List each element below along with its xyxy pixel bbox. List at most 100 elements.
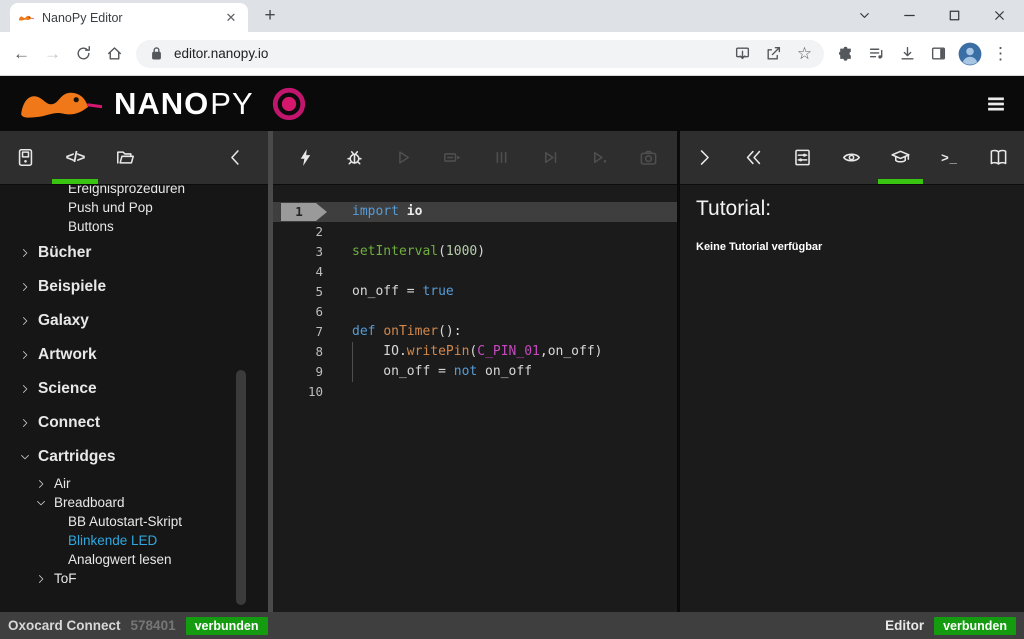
tree-item-buttons[interactable]: Buttons bbox=[0, 217, 268, 236]
line-number: 2 bbox=[273, 222, 333, 242]
code-line-9[interactable]: 9 on_off = not on_off bbox=[273, 362, 677, 382]
chevron-right-icon bbox=[36, 574, 54, 584]
sidebar-scrollbar[interactable] bbox=[236, 370, 246, 605]
browser-tab[interactable]: NanoPy Editor ✕ bbox=[10, 3, 248, 32]
code-text bbox=[333, 382, 352, 402]
tree-item-ereignisprozeduren[interactable]: Ereignisprozeduren bbox=[0, 185, 268, 198]
indent-guide bbox=[352, 362, 353, 382]
chevron-right-icon bbox=[20, 316, 38, 326]
run-flash-icon[interactable] bbox=[281, 131, 330, 184]
close-window-icon[interactable] bbox=[977, 0, 1022, 30]
code-text bbox=[333, 302, 352, 322]
status-bar: Oxocard Connect 578401 verbunden Editor … bbox=[0, 612, 1024, 639]
tree-item-label: Air bbox=[54, 476, 71, 491]
tree-item-bücher[interactable]: Bücher bbox=[0, 236, 268, 270]
collapse-sidebar-icon[interactable] bbox=[210, 131, 260, 184]
code-line-2[interactable]: 2 bbox=[273, 222, 677, 242]
hamburger-menu-icon[interactable] bbox=[984, 92, 1008, 116]
save-icon[interactable] bbox=[0, 131, 50, 184]
downloads-icon[interactable] bbox=[892, 37, 923, 71]
tutorial-cap-icon[interactable] bbox=[876, 131, 925, 184]
expand-panel-icon[interactable] bbox=[680, 131, 729, 184]
browser-toolbar: ←→ editor.nanopy.io ☆ ⋮ bbox=[0, 32, 1024, 76]
url-text[interactable]: editor.nanopy.io bbox=[174, 46, 718, 61]
side-panel-icon[interactable] bbox=[923, 37, 954, 71]
address-bar-actions: ☆ bbox=[727, 37, 820, 71]
preview-eye-icon[interactable] bbox=[827, 131, 876, 184]
line-number: 6 bbox=[273, 302, 333, 322]
tutorial-title: Tutorial: bbox=[696, 197, 1008, 221]
tree-item-science[interactable]: Science bbox=[0, 372, 268, 406]
code-line-5[interactable]: 5on_off = true bbox=[273, 282, 677, 302]
tree-item-label: Science bbox=[38, 380, 97, 398]
share-icon[interactable] bbox=[758, 37, 789, 71]
browser-menu-icon[interactable]: ⋮ bbox=[985, 37, 1016, 71]
browser-actions: ⋮ bbox=[830, 37, 1016, 71]
chevron-right-icon bbox=[20, 384, 38, 394]
tree-item-galaxy[interactable]: Galaxy bbox=[0, 304, 268, 338]
console-icon[interactable]: >_ bbox=[925, 131, 974, 184]
step-into-icon bbox=[526, 131, 575, 184]
tree-item-beispiele[interactable]: Beispiele bbox=[0, 270, 268, 304]
line-number: 8 bbox=[273, 342, 333, 362]
settings-sliders-icon[interactable] bbox=[778, 131, 827, 184]
code-text: on_off = not on_off bbox=[333, 362, 532, 382]
step-over-icon bbox=[428, 131, 477, 184]
profile-avatar[interactable] bbox=[954, 37, 985, 71]
tree-item-cartridges[interactable]: Cartridges bbox=[0, 440, 268, 474]
home-icon[interactable] bbox=[99, 37, 130, 71]
line-number: 10 bbox=[273, 382, 333, 402]
tree-item-artwork[interactable]: Artwork bbox=[0, 338, 268, 372]
minimize-icon[interactable] bbox=[887, 0, 932, 30]
debug-bug-icon[interactable] bbox=[330, 131, 379, 184]
code-text: on_off = true bbox=[333, 282, 454, 302]
tree-item-breadboard[interactable]: Breadboard bbox=[0, 493, 268, 512]
code-line-8[interactable]: 8 IO.writePin(C_PIN_01,on_off) bbox=[273, 342, 677, 362]
chevron-right-icon bbox=[20, 350, 38, 360]
code-line-10[interactable]: 10 bbox=[273, 382, 677, 402]
bookmark-star-icon[interactable]: ☆ bbox=[789, 37, 820, 71]
tree-item-connect[interactable]: Connect bbox=[0, 406, 268, 440]
code-line-1[interactable]: 1import io bbox=[273, 202, 677, 222]
reload-icon[interactable] bbox=[68, 37, 99, 71]
install-app-icon[interactable] bbox=[727, 37, 758, 71]
browser-tabstrip: NanoPy Editor ✕ + bbox=[0, 0, 1024, 32]
editor-status-badge: verbunden bbox=[934, 617, 1016, 635]
tab-title: NanoPy Editor bbox=[42, 11, 214, 25]
main-area: </> EreignisprozedurenPush und PopButton… bbox=[0, 131, 1024, 612]
maximize-icon[interactable] bbox=[932, 0, 977, 30]
tree-item-analogwert-lesen[interactable]: Analogwert lesen bbox=[0, 550, 268, 569]
collapse-all-icon[interactable] bbox=[729, 131, 778, 184]
tree-item-label: Cartridges bbox=[38, 448, 116, 466]
tree-item-label: Analogwert lesen bbox=[68, 552, 172, 567]
tree-item-label: BB Autostart-Skript bbox=[68, 514, 182, 529]
tree-item-tof[interactable]: ToF bbox=[0, 569, 268, 588]
new-tab-button[interactable]: + bbox=[256, 2, 284, 30]
address-bar[interactable]: editor.nanopy.io ☆ bbox=[136, 40, 824, 68]
code-line-6[interactable]: 6 bbox=[273, 302, 677, 322]
window-menu-chevron-icon[interactable] bbox=[842, 0, 887, 30]
step-out-icon bbox=[575, 131, 624, 184]
tree-item-bb-autostart-skript[interactable]: BB Autostart-Skript bbox=[0, 512, 268, 531]
tree-item-blinkende-led[interactable]: Blinkende LED bbox=[0, 531, 268, 550]
editor-status-label: Editor bbox=[885, 618, 924, 633]
file-browser-icon[interactable] bbox=[100, 131, 150, 184]
tree-item-label: Bücher bbox=[38, 244, 91, 262]
tree-item-label: Breadboard bbox=[54, 495, 125, 510]
tab-close-icon[interactable]: ✕ bbox=[222, 9, 240, 27]
code-line-3[interactable]: 3setInterval(1000) bbox=[273, 242, 677, 262]
editor-toolbar bbox=[273, 131, 677, 185]
media-controls-icon[interactable] bbox=[861, 37, 892, 71]
extensions-puzzle-icon[interactable] bbox=[830, 37, 861, 71]
code-line-4[interactable]: 4 bbox=[273, 262, 677, 282]
line-number: 7 bbox=[273, 322, 333, 342]
chevron-right-icon bbox=[20, 282, 38, 292]
code-editor-icon[interactable]: </> bbox=[50, 131, 100, 184]
tree-item-push-und-pop[interactable]: Push und Pop bbox=[0, 198, 268, 217]
back-icon[interactable]: ← bbox=[6, 37, 37, 71]
code-line-7[interactable]: 7def onTimer(): bbox=[273, 322, 677, 342]
code-editor[interactable]: 1import io23setInterval(1000)45on_off = … bbox=[273, 185, 677, 612]
docs-book-icon[interactable] bbox=[974, 131, 1023, 184]
nanopy-snake-logo bbox=[16, 85, 102, 123]
tree-item-air[interactable]: Air bbox=[0, 474, 268, 493]
